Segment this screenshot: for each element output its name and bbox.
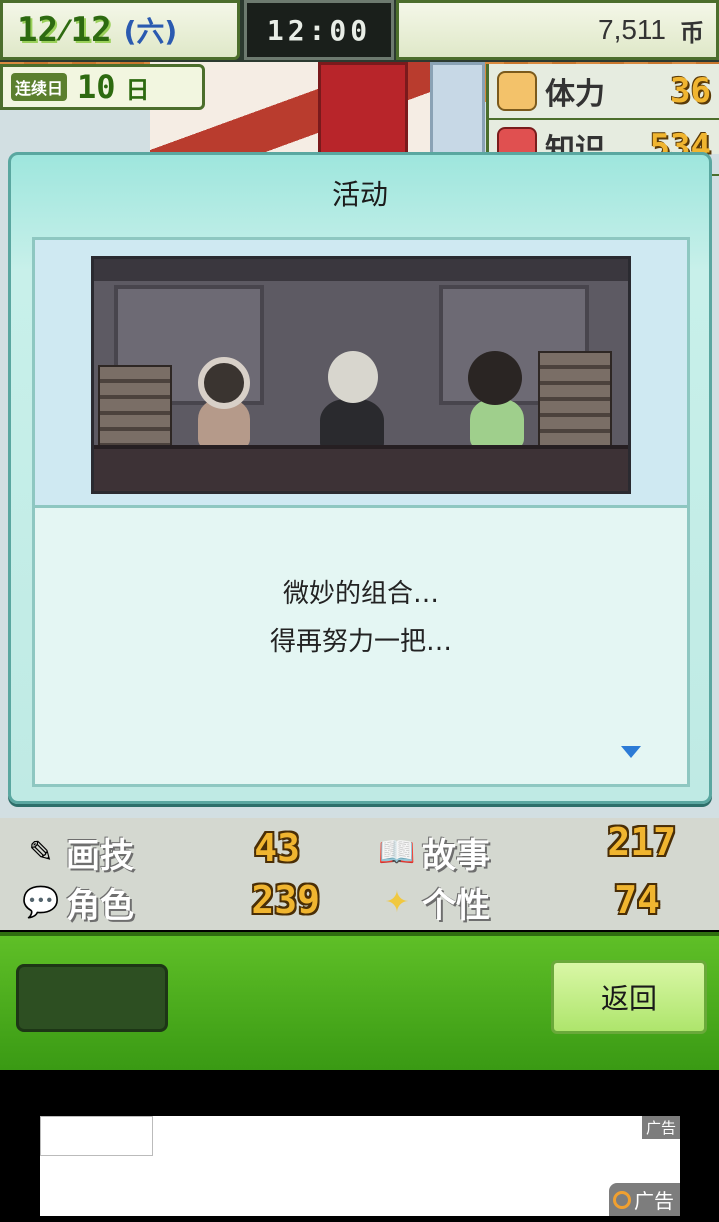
dialog-title: 活动 — [331, 178, 388, 211]
meeting-illustration — [91, 256, 631, 494]
person-right-head — [468, 351, 522, 405]
ad-tag-bottom[interactable]: 广告 — [609, 1183, 680, 1216]
back-button[interactable]: 返回 — [551, 960, 707, 1034]
drawing-stat: ✎ 画技 — [20, 828, 134, 877]
blank-action-button[interactable] — [16, 964, 168, 1032]
person-left-head — [198, 357, 250, 409]
person-middle-head — [328, 351, 378, 403]
illustration-ceiling — [94, 259, 628, 281]
ad-tag-bottom-label: 广告 — [634, 1189, 674, 1213]
month-value: 12 — [17, 10, 58, 50]
streak-unit: 日 — [125, 75, 150, 104]
money-value: 7,511 — [598, 14, 666, 45]
date-separator: ⁄ — [61, 13, 67, 47]
drawing-label: 画技 — [66, 836, 134, 876]
person-right-body — [470, 399, 524, 449]
stamina-label: 体力 — [545, 77, 605, 112]
activity-dialog: 活动 微妙的组合… 得再努力一把… — [8, 152, 712, 804]
story-stat: 📖 故事 — [376, 828, 490, 877]
date-display: 12 ⁄ 12 (六) — [0, 0, 240, 60]
story-value: 217 — [607, 820, 676, 864]
personality-label: 个性 — [422, 886, 490, 926]
action-bar: 返回 — [0, 932, 719, 1070]
ad-image-slot[interactable] — [40, 1116, 153, 1156]
dialog-content[interactable]: 微妙的组合… 得再努力一把… — [32, 237, 690, 787]
ad-tag-top: 广告 — [641, 1116, 680, 1139]
personality-value: 74 — [614, 878, 660, 922]
clock-display: 12:00 — [244, 0, 394, 60]
sparkle-icon: ✦ — [384, 885, 410, 920]
side-stats-panel: 体力 36 知识 534 — [486, 64, 719, 176]
ad-banner[interactable]: 广告 广告 — [40, 1116, 680, 1216]
streak-tag: 连续日 — [11, 73, 68, 101]
top-status-bar: 12 ⁄ 12 (六) 12:00 7,511 币 — [0, 0, 719, 62]
scene-window — [430, 62, 485, 157]
ad-logo-icon — [613, 1190, 631, 1209]
character-label: 角色 — [66, 886, 134, 926]
stamina-value: 36 — [670, 71, 711, 111]
character-stat: 💬 角色 — [20, 878, 134, 927]
red-door — [318, 62, 408, 157]
speech-bubble-icon: 💬 — [22, 885, 60, 920]
money-unit: 币 — [680, 18, 704, 47]
activity-message: 微妙的组合… 得再努力一把… — [35, 570, 687, 666]
stamina-stat: 体力 36 — [489, 64, 719, 120]
book-icon: 📖 — [378, 835, 416, 870]
personality-stat: ✦ 个性 — [376, 878, 490, 927]
pencil-icon: ✎ — [28, 835, 54, 870]
stats-panel: ✎ 画技 43 📖 故事 217 💬 角色 239 ✦ 个性 74 — [0, 818, 719, 930]
day-value: 12 — [70, 10, 112, 50]
streak-count: 10 — [77, 68, 116, 106]
weekday-value: (六) — [123, 15, 178, 48]
money-display: 7,511 币 — [396, 0, 719, 60]
drawing-value: 43 — [254, 826, 300, 870]
illustration-frame — [35, 240, 687, 508]
streak-counter: 连续日 10 日 — [0, 64, 205, 110]
muscle-icon — [497, 71, 537, 111]
story-label: 故事 — [422, 836, 490, 876]
character-value: 239 — [251, 878, 320, 922]
message-line-2: 得再努力一把… — [269, 627, 452, 657]
message-line-1: 微妙的组合… — [282, 579, 439, 609]
next-arrow-icon[interactable] — [621, 746, 641, 758]
meeting-table — [94, 445, 628, 491]
